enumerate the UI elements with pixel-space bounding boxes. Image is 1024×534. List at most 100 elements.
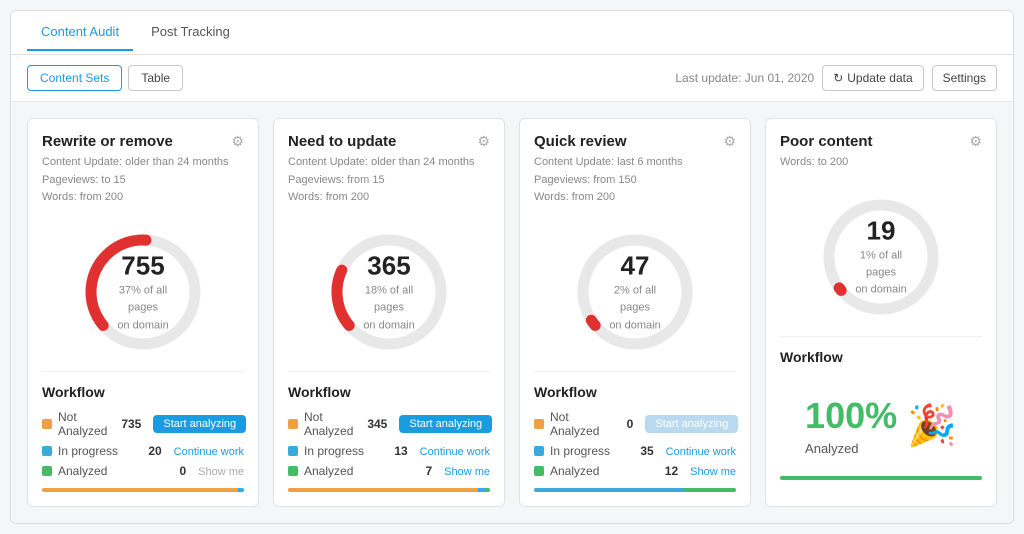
donut-label: 37% of all pageson domain	[117, 284, 168, 331]
workflow-dot-orange	[42, 419, 52, 429]
workflow-dot-green	[42, 466, 52, 476]
toolbar-right: Last update: Jun 01, 2020 ↻ Update data …	[675, 65, 997, 91]
donut-center: 47 2% of all pageson domain	[603, 250, 668, 333]
workflow-label: Analyzed	[304, 464, 398, 478]
update-data-button[interactable]: ↻ Update data	[822, 65, 923, 91]
chart-area: 365 18% of all pageson domain	[274, 217, 504, 371]
workflow-count: 0	[158, 464, 186, 478]
settings-button[interactable]: Settings	[932, 65, 997, 91]
card-header: Rewrite or remove Content Update: older …	[28, 119, 258, 217]
card-title: Quick review	[534, 133, 683, 150]
hundred-pct-label: 100%	[805, 395, 897, 437]
table-button[interactable]: Table	[128, 65, 183, 91]
workflow-count: 35	[626, 444, 654, 458]
workflow-row-not_analyzed: Not Analyzed 0 Start analyzing	[534, 410, 736, 438]
donut-center: 755 37% of all pageson domain	[111, 250, 176, 333]
workflow-link-in_progress[interactable]: Continue work	[174, 446, 244, 458]
workflow-row-analyzed: Analyzed 0 Show me	[42, 464, 244, 478]
gear-icon[interactable]: ⚙	[723, 133, 736, 150]
workflow-row-in_progress: In progress 20 Continue work	[42, 444, 244, 458]
donut-center: 365 18% of all pageson domain	[357, 250, 422, 333]
workflow-count: 0	[605, 417, 633, 431]
workflow-row-in_progress: In progress 13 Continue work	[288, 444, 490, 458]
workflow-count: 13	[380, 444, 408, 458]
workflow-link-analyzed[interactable]: Show me	[198, 466, 244, 478]
workflow-dot-orange	[534, 419, 544, 429]
tab-post-tracking[interactable]: Post Tracking	[137, 14, 244, 51]
workflow-title: Workflow	[780, 349, 982, 365]
card-meta: Words: to 200	[780, 154, 873, 172]
tab-content-audit[interactable]: Content Audit	[27, 14, 133, 51]
workflow-row-analyzed: Analyzed 12 Show me	[534, 464, 736, 478]
workflow-dot-blue	[534, 446, 544, 456]
card-title: Need to update	[288, 133, 475, 150]
workflow-count: 735	[113, 417, 141, 431]
start-analyzing-button[interactable]: Start analyzing	[153, 415, 246, 433]
workflow-row-not_analyzed: Not Analyzed 735 Start analyzing	[42, 410, 244, 438]
workflow-label: In progress	[304, 444, 374, 458]
workflow-section-rewrite-or-remove: Workflow Not Analyzed 735 Start analyzin…	[28, 372, 258, 506]
workflow-link-analyzed[interactable]: Show me	[444, 466, 490, 478]
donut-center: 19 1% of all pageson domain	[849, 215, 914, 298]
donut-number: 365	[357, 250, 422, 281]
workflow-action[interactable]: Continue work	[174, 444, 244, 458]
workflow-count: 345	[359, 417, 387, 431]
workflow-section-quick-review: Workflow Not Analyzed 0 Start analyzing …	[520, 372, 750, 506]
workflow-dot-blue	[42, 446, 52, 456]
workflow-section-need-to-update: Workflow Not Analyzed 345 Start analyzin…	[274, 372, 504, 506]
donut-number: 19	[849, 215, 914, 246]
chart-area: 19 1% of all pageson domain	[766, 182, 996, 336]
workflow-row-analyzed: Analyzed 7 Show me	[288, 464, 490, 478]
cards-grid: Rewrite or remove Content Update: older …	[11, 102, 1013, 523]
workflow-dot-blue	[288, 446, 298, 456]
gear-icon[interactable]: ⚙	[969, 133, 982, 150]
workflow-link-in_progress[interactable]: Continue work	[666, 446, 736, 458]
workflow-dot-green	[288, 466, 298, 476]
donut-chart: 365 18% of all pageson domain	[324, 227, 454, 357]
card-need-to-update: Need to update Content Update: older tha…	[273, 118, 505, 507]
workflow-link-in_progress[interactable]: Continue work	[420, 446, 490, 458]
start-analyzing-button[interactable]: Start analyzing	[399, 415, 492, 433]
progress-bar	[780, 476, 982, 480]
workflow-label: Not Analyzed	[304, 410, 353, 438]
donut-label: 18% of all pageson domain	[363, 284, 414, 331]
card-rewrite-or-remove: Rewrite or remove Content Update: older …	[27, 118, 259, 507]
workflow-count: 20	[134, 444, 162, 458]
chart-area: 755 37% of all pageson domain	[28, 217, 258, 371]
workflow-action[interactable]: Start analyzing	[645, 415, 738, 433]
gear-icon[interactable]: ⚙	[477, 133, 490, 150]
workflow-action[interactable]: Start analyzing	[399, 415, 492, 433]
workflow-label: Analyzed	[550, 464, 644, 478]
last-update-text: Last update: Jun 01, 2020	[675, 71, 814, 85]
content-sets-button[interactable]: Content Sets	[27, 65, 122, 91]
card-title: Rewrite or remove	[42, 133, 229, 150]
workflow-count: 12	[650, 464, 678, 478]
analyzed-label: Analyzed	[805, 441, 897, 456]
workflow-link-analyzed[interactable]: Show me	[690, 466, 736, 478]
donut-chart: 19 1% of all pageson domain	[816, 192, 946, 322]
refresh-icon: ↻	[833, 71, 843, 85]
workflow-action[interactable]: Show me	[444, 464, 490, 478]
workflow-label: In progress	[550, 444, 620, 458]
card-title: Poor content	[780, 133, 873, 150]
workflow-row-in_progress: In progress 35 Continue work	[534, 444, 736, 458]
card-quick-review: Quick review Content Update: last 6 mont…	[519, 118, 751, 507]
progress-bar	[288, 488, 490, 492]
hundred-area: 100% Analyzed 🎉	[780, 375, 982, 466]
card-meta: Content Update: older than 24 monthsPage…	[288, 154, 475, 207]
donut-label: 1% of all pageson domain	[855, 249, 906, 296]
workflow-action[interactable]: Continue work	[666, 444, 736, 458]
workflow-dot-green	[534, 466, 544, 476]
workflow-title: Workflow	[534, 384, 736, 400]
donut-number: 755	[111, 250, 176, 281]
card-header: Quick review Content Update: last 6 mont…	[520, 119, 750, 217]
workflow-label: Not Analyzed	[58, 410, 107, 438]
card-header: Need to update Content Update: older tha…	[274, 119, 504, 217]
workflow-label: Analyzed	[58, 464, 152, 478]
gear-icon[interactable]: ⚙	[231, 133, 244, 150]
card-meta: Content Update: last 6 monthsPageviews: …	[534, 154, 683, 207]
workflow-action[interactable]: Show me	[690, 464, 736, 478]
workflow-action[interactable]: Show me	[198, 464, 244, 478]
workflow-action[interactable]: Start analyzing	[153, 415, 246, 433]
workflow-action[interactable]: Continue work	[420, 444, 490, 458]
